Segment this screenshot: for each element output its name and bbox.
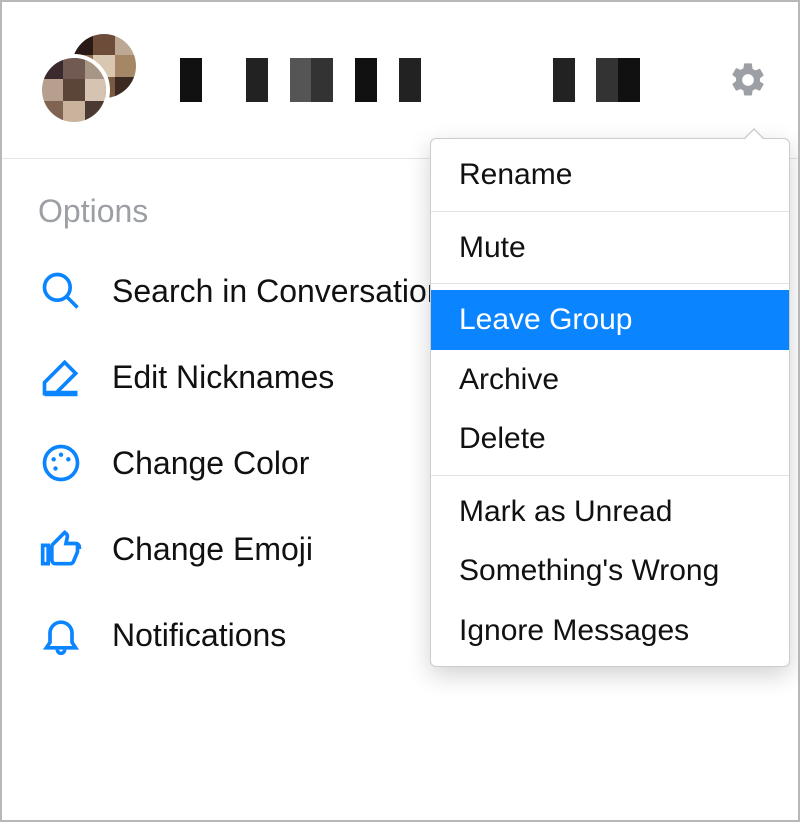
- conversation-header: [2, 2, 798, 159]
- option-label: Change Color: [112, 445, 309, 482]
- bell-icon: [38, 612, 84, 658]
- menu-item-archive[interactable]: Archive: [431, 350, 789, 410]
- menu-item-mark-as-unread[interactable]: Mark as Unread: [431, 482, 789, 542]
- dropdown-group: Rename: [431, 139, 789, 212]
- menu-item-mute[interactable]: Mute: [431, 218, 789, 278]
- menu-item-somethings-wrong[interactable]: Something's Wrong: [431, 541, 789, 601]
- option-label: Search in Conversation: [112, 273, 445, 310]
- messenger-info-panel: Options Search in Conversation Edit Nick…: [0, 0, 800, 822]
- dropdown-group: Mute: [431, 212, 789, 285]
- dropdown-group: Mark as Unread Something's Wrong Ignore …: [431, 476, 789, 667]
- option-label: Edit Nicknames: [112, 359, 334, 396]
- option-label: Change Emoji: [112, 531, 313, 568]
- group-avatar[interactable]: [38, 30, 138, 130]
- gear-icon[interactable]: [726, 58, 770, 102]
- search-icon: [38, 268, 84, 314]
- menu-item-rename[interactable]: Rename: [431, 145, 789, 205]
- palette-icon: [38, 440, 84, 486]
- option-label: Notifications: [112, 617, 286, 654]
- menu-item-ignore-messages[interactable]: Ignore Messages: [431, 601, 789, 661]
- menu-item-delete[interactable]: Delete: [431, 409, 789, 469]
- dropdown-group: Leave Group Archive Delete: [431, 284, 789, 476]
- menu-item-leave-group[interactable]: Leave Group: [431, 290, 789, 350]
- conversation-title-redacted: [158, 58, 706, 102]
- pencil-icon: [38, 354, 84, 400]
- thumbs-up-icon: [38, 526, 84, 572]
- gear-dropdown-menu: Rename Mute Leave Group Archive Delete M…: [430, 138, 790, 667]
